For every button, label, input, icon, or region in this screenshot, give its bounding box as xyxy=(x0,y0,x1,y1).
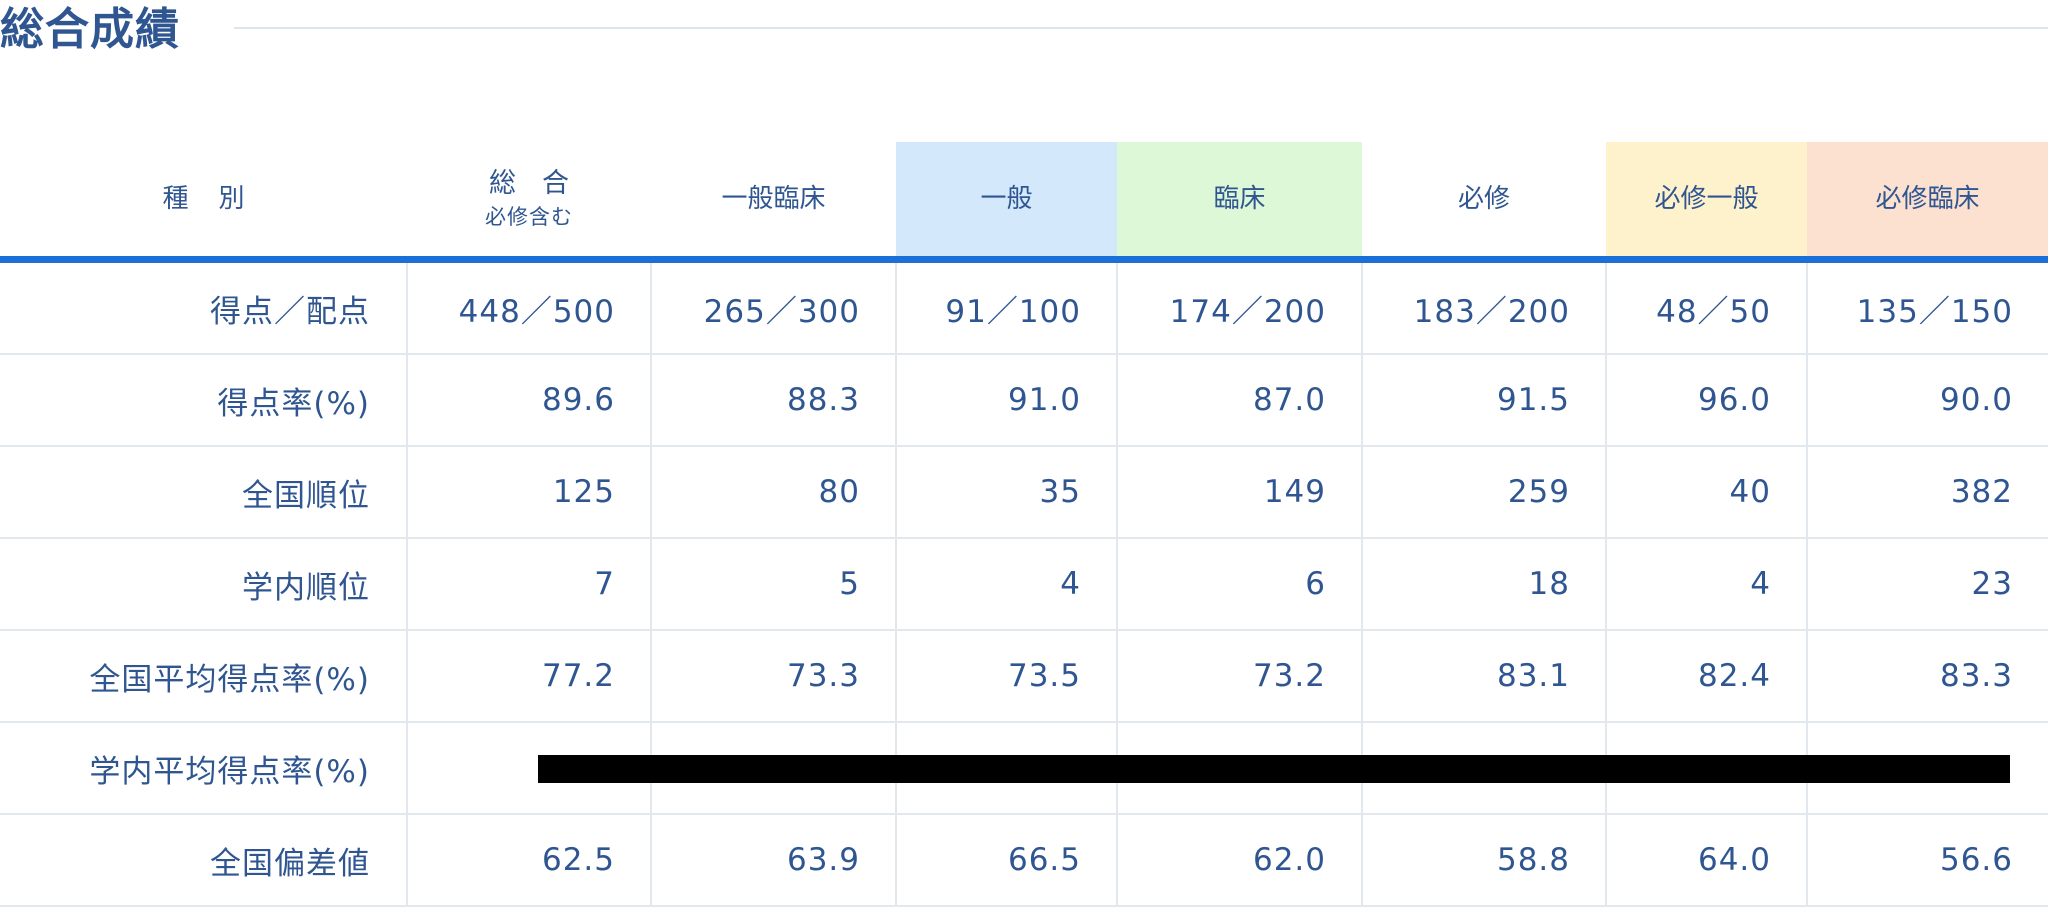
table-cell: 5 xyxy=(650,538,896,631)
table-cell: 265／300 xyxy=(650,259,896,355)
title-bar: 総合成績 xyxy=(0,0,2048,62)
table-row: 全国平均得点率(%) 77.2 73.3 73.5 73.2 83.1 82.4… xyxy=(0,630,2048,723)
table-cell: 83.3 xyxy=(1806,630,2048,723)
redaction-bar xyxy=(538,755,2010,783)
table-cell: 91／100 xyxy=(895,259,1117,355)
table-cell: 89.6 xyxy=(406,354,651,447)
header-required-general: 必修一般 xyxy=(1606,142,1807,263)
table-cell: 6 xyxy=(1116,538,1362,631)
table-row: 得点率(%) 89.6 88.3 91.0 87.0 91.5 96.0 90.… xyxy=(0,354,2048,447)
row-label: 得点率(%) xyxy=(0,354,407,447)
table-cell: 73.5 xyxy=(895,630,1117,723)
table-cell: 448／500 xyxy=(406,259,651,355)
header-total: 総合 必修含む xyxy=(407,142,651,263)
table-cell: 58.8 xyxy=(1361,814,1606,907)
table-cell: 48／50 xyxy=(1605,259,1807,355)
table-cell: 23 xyxy=(1806,538,2048,631)
table-cell: 63.9 xyxy=(650,814,896,907)
header-general-clinical: 一般臨床 xyxy=(651,142,896,263)
title-divider xyxy=(234,27,2048,29)
table-row: 得点／配点 448／500 265／300 91／100 174／200 183… xyxy=(0,259,2048,355)
table-cell: 56.6 xyxy=(1806,814,2048,907)
table-cell: 35 xyxy=(895,446,1117,539)
overall-score-table: 種別 総合 必修含む 一般臨床 一般 臨床 必修 必修一般 必修臨床 得点／配点… xyxy=(0,142,2048,907)
table-cell: 64.0 xyxy=(1605,814,1807,907)
table-row: 全国順位 125 80 35 149 259 40 382 xyxy=(0,446,2048,539)
table-cell: 62.5 xyxy=(406,814,651,907)
table-cell: 174／200 xyxy=(1116,259,1362,355)
table-cell: 259 xyxy=(1361,446,1606,539)
table-cell: 88.3 xyxy=(650,354,896,447)
header-general: 一般 xyxy=(896,142,1117,263)
header-required-clinical: 必修臨床 xyxy=(1807,142,2048,263)
table-cell: 90.0 xyxy=(1806,354,2048,447)
table-cell: 62.0 xyxy=(1116,814,1362,907)
row-label: 学内平均得点率(%) xyxy=(0,722,407,815)
header-total-sublabel: 必修含む xyxy=(485,205,573,229)
header-total-label: 総合 xyxy=(489,168,595,199)
row-label: 全国平均得点率(%) xyxy=(0,630,407,723)
header-kind: 種別 xyxy=(0,142,407,263)
table-cell: 82.4 xyxy=(1605,630,1807,723)
table-cell: 40 xyxy=(1605,446,1807,539)
table-cell: 96.0 xyxy=(1605,354,1807,447)
table-cell: 73.3 xyxy=(650,630,896,723)
table-header-row: 種別 総合 必修含む 一般臨床 一般 臨床 必修 必修一般 必修臨床 xyxy=(0,142,2048,263)
table-cell: 83.1 xyxy=(1361,630,1606,723)
table-cell: 66.5 xyxy=(895,814,1117,907)
table-row: 学内順位 7 5 4 6 18 4 23 xyxy=(0,538,2048,631)
table-cell: 87.0 xyxy=(1116,354,1362,447)
row-label: 全国偏差値 xyxy=(0,814,407,907)
page-title: 総合成績 xyxy=(0,4,180,55)
row-label: 学内順位 xyxy=(0,538,407,631)
table-cell: 4 xyxy=(895,538,1117,631)
header-clinical: 臨床 xyxy=(1117,142,1362,263)
table-row: 全国偏差値 62.5 63.9 66.5 62.0 58.8 64.0 56.6 xyxy=(0,814,2048,907)
table-cell: 80 xyxy=(650,446,896,539)
header-required: 必修 xyxy=(1362,142,1606,263)
table-cell: 7 xyxy=(406,538,651,631)
table-cell: 91.0 xyxy=(895,354,1117,447)
table-cell: 91.5 xyxy=(1361,354,1606,447)
row-label: 全国順位 xyxy=(0,446,407,539)
row-label: 得点／配点 xyxy=(0,259,407,355)
table-cell: 125 xyxy=(406,446,651,539)
table-cell: 73.2 xyxy=(1116,630,1362,723)
table-cell: 135／150 xyxy=(1806,259,2048,355)
table-cell: 149 xyxy=(1116,446,1362,539)
table-cell: 77.2 xyxy=(406,630,651,723)
table-cell: 183／200 xyxy=(1361,259,1606,355)
table-cell: 4 xyxy=(1605,538,1807,631)
table-cell: 382 xyxy=(1806,446,2048,539)
table-cell: 18 xyxy=(1361,538,1606,631)
